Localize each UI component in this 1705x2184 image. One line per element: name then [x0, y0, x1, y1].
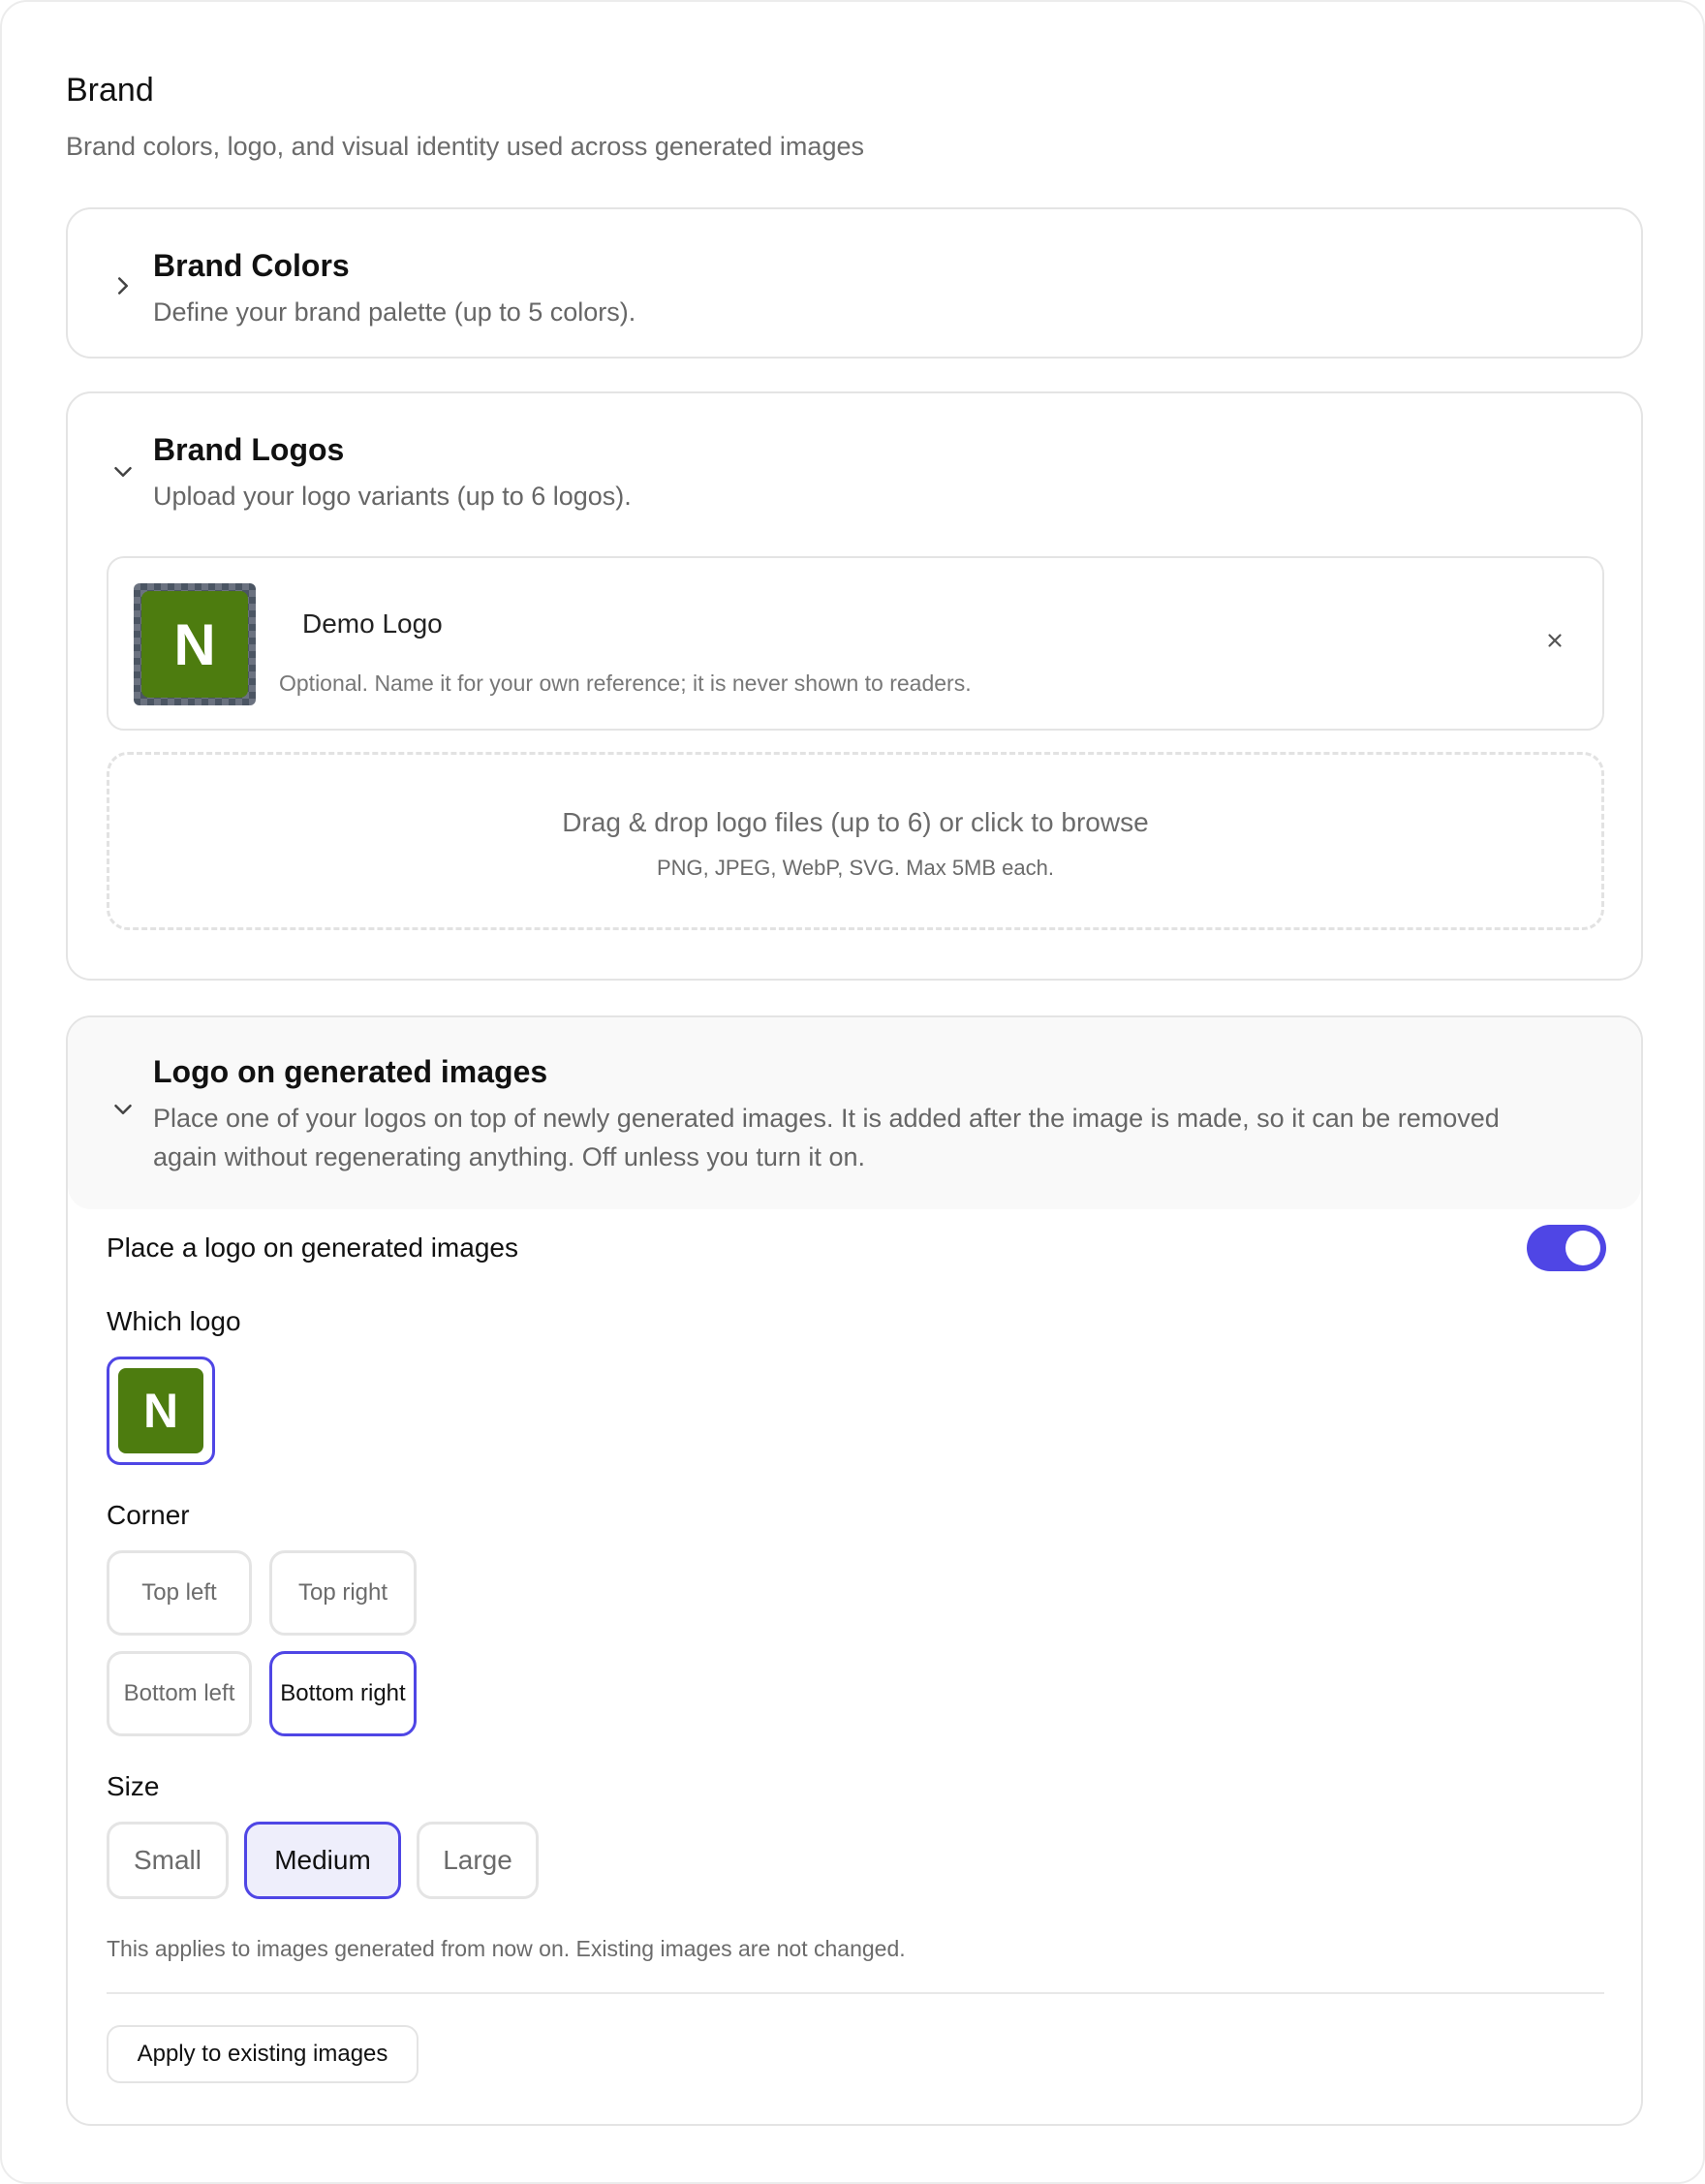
- corner-top-right-button[interactable]: Top right: [269, 1550, 417, 1636]
- brand-logos-header[interactable]: Brand Logos Upload your logo variants (u…: [68, 393, 1641, 529]
- logo-overlay-description-1: Place one of your logos on top of newly …: [153, 1104, 1500, 1133]
- which-logo-label: Which logo: [107, 1306, 241, 1336]
- size-small-button[interactable]: Small: [107, 1822, 229, 1899]
- logo-thumbnail: N: [134, 583, 256, 705]
- chevron-down-icon: [108, 457, 138, 486]
- close-icon[interactable]: [1544, 630, 1566, 651]
- logo-item: N Demo Logo Optional. Name it for your o…: [107, 556, 1604, 731]
- logo-choice-option[interactable]: N: [107, 1357, 215, 1465]
- logo-overlay-card: Logo on generated images Place one of yo…: [66, 1015, 1643, 2126]
- section-subtitle: Brand colors, logo, and visual identity …: [66, 132, 864, 161]
- logo-overlay-header[interactable]: Logo on generated images Place one of yo…: [68, 1017, 1641, 1209]
- corner-bottom-left-button[interactable]: Bottom left: [107, 1651, 252, 1736]
- section-title: Brand: [66, 72, 154, 109]
- toggle-label: Place a logo on generated images: [107, 1232, 518, 1263]
- logo-letter: N: [141, 591, 248, 698]
- brand-settings-panel: Brand Brand colors, logo, and visual ide…: [0, 0, 1705, 2184]
- brand-colors-header[interactable]: Brand Colors Define your brand palette (…: [68, 209, 1641, 360]
- brand-logos-title: Brand Logos: [153, 432, 345, 467]
- dropzone-label: Drag & drop logo files (up to 6) or clic…: [562, 807, 1149, 837]
- logo-name-hint: Optional. Name it for your own reference…: [279, 671, 972, 696]
- size-large-button[interactable]: Large: [417, 1822, 539, 1899]
- divider: [107, 1992, 1604, 1994]
- corner-label: Corner: [107, 1500, 190, 1530]
- size-label: Size: [107, 1771, 160, 1801]
- logo-overlay-title: Logo on generated images: [153, 1054, 548, 1089]
- logo-overlay-toggle[interactable]: [1527, 1225, 1606, 1271]
- chevron-down-icon: [108, 1095, 138, 1124]
- logo-overlay-description-2: again without regenerating anything. Off…: [153, 1142, 865, 1171]
- apply-note: This applies to images generated from no…: [107, 1936, 906, 1961]
- logo-name-field[interactable]: Demo Logo: [302, 608, 443, 640]
- brand-colors-title: Brand Colors: [153, 248, 350, 283]
- apply-to-existing-button[interactable]: Apply to existing images: [107, 2025, 418, 2083]
- brand-logos-description: Upload your logo variants (up to 6 logos…: [153, 482, 632, 511]
- toggle-knob: [1566, 1231, 1600, 1265]
- corner-bottom-right-button[interactable]: Bottom right: [269, 1651, 417, 1736]
- brand-colors-card: Brand Colors Define your brand palette (…: [66, 207, 1643, 359]
- corner-top-left-button[interactable]: Top left: [107, 1550, 252, 1636]
- logo-choice-letter: N: [118, 1368, 203, 1453]
- logo-dropzone[interactable]: Drag & drop logo files (up to 6) or clic…: [107, 752, 1604, 930]
- brand-colors-description: Define your brand palette (up to 5 color…: [153, 297, 636, 327]
- size-medium-button[interactable]: Medium: [244, 1822, 401, 1899]
- dropzone-formats: PNG, JPEG, WebP, SVG. Max 5MB each.: [656, 856, 1054, 880]
- chevron-right-icon: [108, 271, 138, 300]
- brand-logos-card: Brand Logos Upload your logo variants (u…: [66, 391, 1643, 981]
